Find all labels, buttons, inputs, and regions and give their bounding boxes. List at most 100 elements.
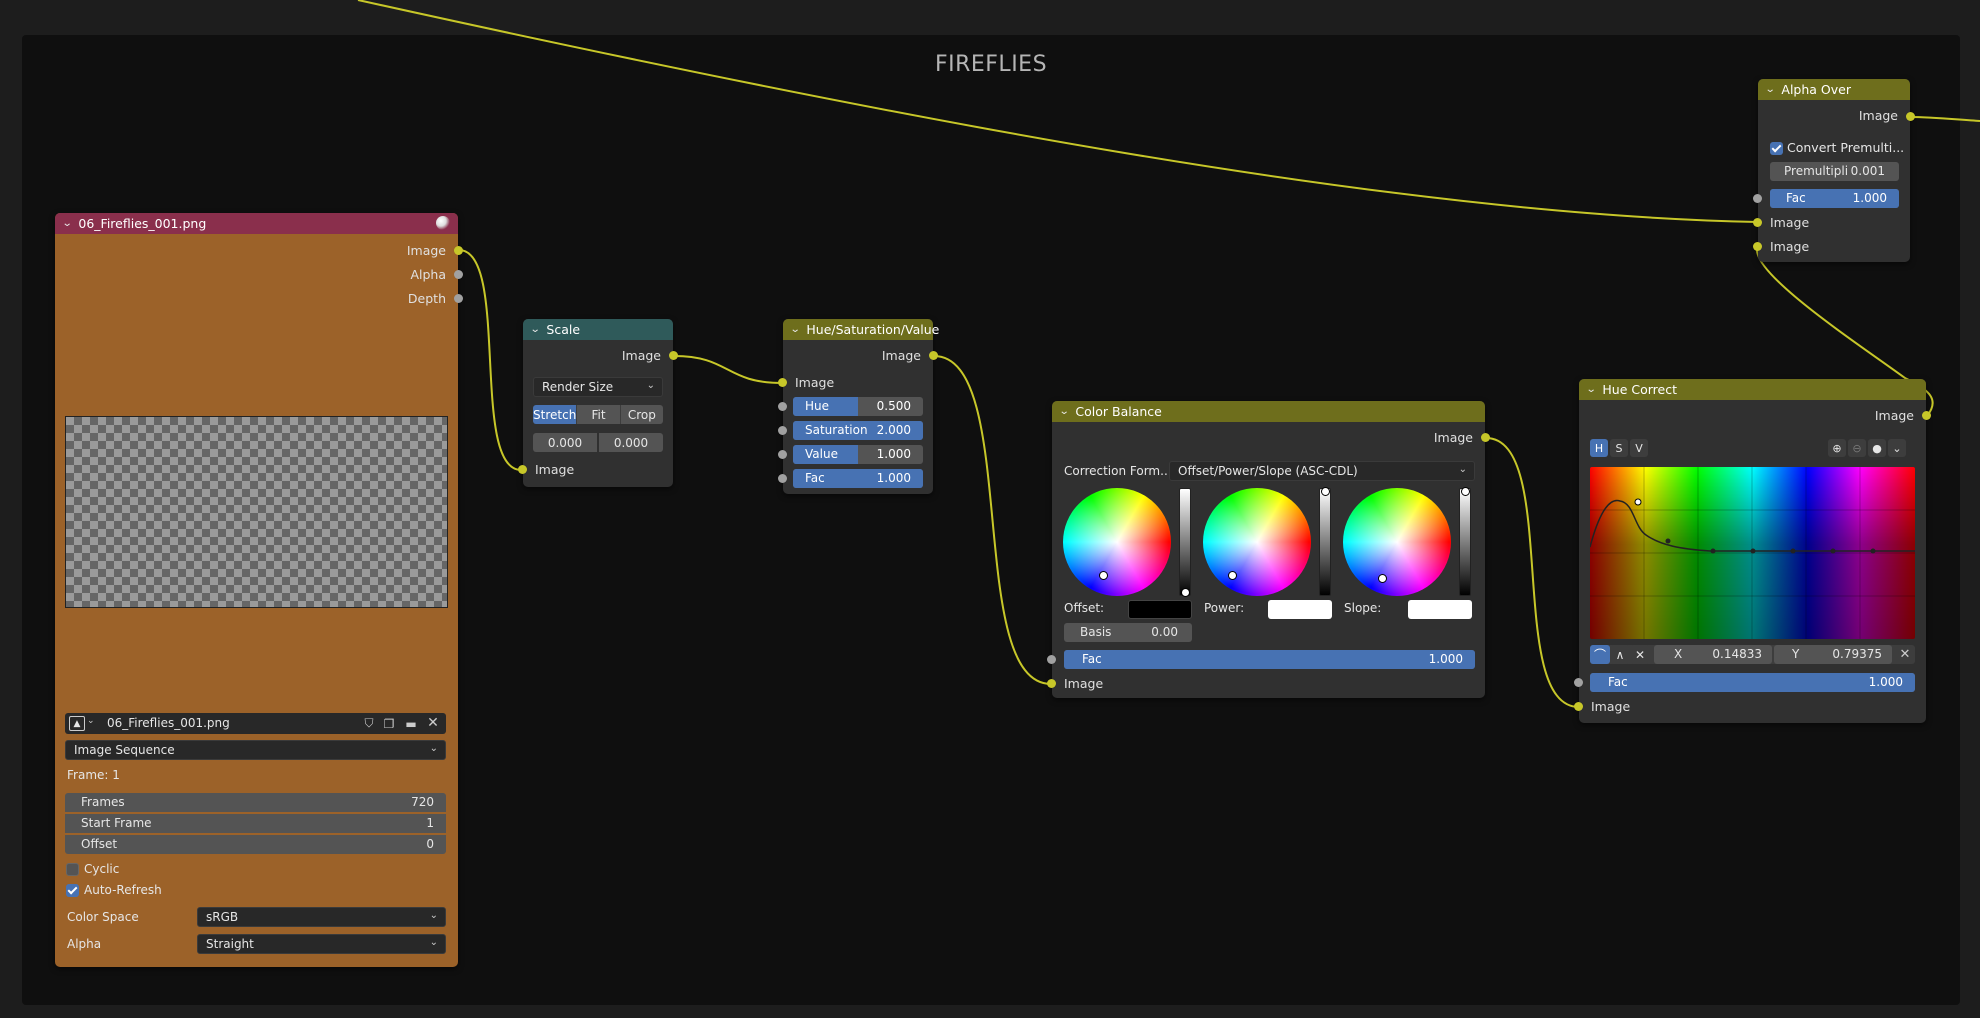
handle-auto-icon[interactable]: ⌒ <box>1590 645 1610 664</box>
alpha-over-node[interactable]: ⌄ Alpha Over Image Convert Premulti... P… <box>1753 79 1915 262</box>
value-socket[interactable] <box>778 450 787 459</box>
fit-crop-button[interactable]: Crop <box>620 405 663 424</box>
power-color-swatch[interactable] <box>1268 600 1332 619</box>
color-space-dropdown[interactable]: sRGB ⌄ <box>197 907 446 927</box>
hsv-input-socket[interactable] <box>778 378 787 387</box>
output-alpha-socket[interactable] <box>454 270 463 279</box>
image-node-header[interactable]: ⌄ 06_Fireflies_001.png <box>55 213 458 234</box>
correction-formula-dropdown[interactable]: Offset/Power/Slope (ASC-CDL) ⌄ <box>1169 461 1475 481</box>
scale-input-socket[interactable] <box>518 465 527 474</box>
hsv-fac-socket[interactable] <box>778 474 787 483</box>
hue-correct-input-socket[interactable] <box>1574 702 1583 711</box>
curve-y-field[interactable]: Y 0.79375 <box>1774 645 1892 664</box>
sphere-preview-icon[interactable] <box>436 216 450 230</box>
hue-correct-header[interactable]: ⌄ Hue Correct <box>1579 379 1926 400</box>
collapse-chevron-icon[interactable]: ⌄ <box>530 324 541 335</box>
color-balance-header[interactable]: ⌄ Color Balance <box>1052 401 1485 422</box>
power-wheel-cursor[interactable] <box>1228 571 1237 580</box>
collapse-chevron-icon[interactable]: ⌄ <box>1059 406 1070 417</box>
auto-refresh-checkbox[interactable] <box>66 884 79 897</box>
scale-output-socket[interactable] <box>669 351 678 360</box>
premul-field[interactable]: Premultipli 0.001 <box>1770 162 1899 181</box>
scale-space-dropdown[interactable]: Render Size ⌄ <box>533 377 663 397</box>
offset-value-bar[interactable] <box>1179 488 1191 596</box>
handle-vector-icon[interactable]: ∧ <box>1610 645 1630 664</box>
hue-curve-editor[interactable] <box>1590 467 1915 639</box>
basis-field[interactable]: Basis 0.00 <box>1064 623 1192 642</box>
collapse-chevron-icon[interactable]: ⌄ <box>62 218 73 229</box>
image-node[interactable]: ⌄ 06_Fireflies_001.png Image Alpha Depth… <box>55 213 463 967</box>
collapse-chevron-icon[interactable]: ⌄ <box>790 324 801 335</box>
hue-correct-node[interactable]: ⌄ Hue Correct Image H S V ⊕ ⊖ ● ⌄ ⌒ ∧ ✕ … <box>1574 379 1931 723</box>
duplicate-icon[interactable]: ❐ <box>381 716 397 731</box>
zoom-in-icon[interactable]: ⊕ <box>1828 439 1846 457</box>
output-depth-socket[interactable] <box>454 294 463 303</box>
color-balance-fac-slider[interactable]: Fac 1.000 <box>1064 650 1475 669</box>
offset-field[interactable]: Offset 0 <box>65 835 446 854</box>
alpha-over-input2-socket[interactable] <box>1753 242 1762 251</box>
collapse-chevron-icon[interactable]: ⌄ <box>1586 384 1597 395</box>
offset-wheel-cursor[interactable] <box>1099 571 1108 580</box>
color-balance-input-socket[interactable] <box>1047 679 1056 688</box>
hue-curve[interactable] <box>1590 467 1915 639</box>
zoom-out-icon[interactable]: ⊖ <box>1848 439 1866 457</box>
hue-socket[interactable] <box>778 402 787 411</box>
unlink-close-icon[interactable]: ✕ <box>425 715 441 731</box>
scale-node[interactable]: ⌄ Scale Image Render Size ⌄ Stretch Fit … <box>518 319 678 487</box>
convert-premul-checkbox[interactable] <box>1770 142 1783 155</box>
fit-fit-button[interactable]: Fit <box>577 405 621 424</box>
channel-h-button[interactable]: H <box>1590 439 1608 457</box>
channel-s-button[interactable]: S <box>1610 439 1628 457</box>
hsv-output-socket[interactable] <box>929 351 938 360</box>
frames-field[interactable]: Frames 720 <box>65 793 446 812</box>
alpha-over-input1-socket[interactable] <box>1753 218 1762 227</box>
hue-correct-fac-slider[interactable]: Fac 1.000 <box>1590 673 1915 692</box>
power-color-wheel[interactable] <box>1203 488 1311 596</box>
start-frame-field[interactable]: Start Frame 1 <box>65 814 446 833</box>
slope-color-wheel[interactable] <box>1343 488 1451 596</box>
cyclic-checkbox[interactable] <box>66 863 79 876</box>
value-slider[interactable]: Value 1.000 <box>793 445 923 464</box>
output-image-socket[interactable] <box>454 246 463 255</box>
curve-menu-chevron-icon[interactable]: ⌄ <box>1888 439 1906 457</box>
color-balance-fac-socket[interactable] <box>1047 655 1056 664</box>
alpha-dropdown[interactable]: Straight ⌄ <box>197 934 446 954</box>
hsv-node-header[interactable]: ⌄ Hue/Saturation/Value <box>783 319 939 340</box>
hue-slider[interactable]: Hue 0.500 <box>793 397 923 416</box>
delete-point-icon[interactable]: ✕ <box>1896 646 1914 663</box>
clipping-icon[interactable]: ● <box>1868 439 1886 457</box>
slope-color-swatch[interactable] <box>1408 600 1472 619</box>
saturation-slider[interactable]: Saturation 2.000 <box>793 421 923 440</box>
offset-color-wheel[interactable] <box>1063 488 1171 596</box>
offset-value-cursor[interactable] <box>1181 588 1190 597</box>
fit-stretch-button[interactable]: Stretch <box>533 405 578 424</box>
alpha-over-output-socket[interactable] <box>1906 112 1915 121</box>
image-browse-arrow-icon[interactable]: ⌄ <box>87 716 95 726</box>
power-value-cursor[interactable] <box>1321 487 1330 496</box>
open-folder-icon[interactable]: ▬ <box>403 716 419 731</box>
scale-offset-y-field[interactable]: 0.000 <box>599 433 663 452</box>
color-balance-output-socket[interactable] <box>1481 433 1490 442</box>
alpha-over-fac-slider[interactable]: Fac 1.000 <box>1770 189 1899 208</box>
handle-free-icon[interactable]: ✕ <box>1630 645 1650 664</box>
slope-value-bar[interactable] <box>1459 488 1471 596</box>
hue-correct-fac-socket[interactable] <box>1574 678 1583 687</box>
slope-value-cursor[interactable] <box>1461 487 1470 496</box>
scale-node-header[interactable]: ⌄ Scale <box>523 319 673 340</box>
alpha-over-fac-socket[interactable] <box>1753 194 1762 203</box>
curve-x-field[interactable]: X 0.14833 <box>1654 645 1772 664</box>
collapse-chevron-icon[interactable]: ⌄ <box>1765 84 1776 95</box>
alpha-over-header[interactable]: ⌄ Alpha Over <box>1758 79 1910 100</box>
power-value-bar[interactable] <box>1319 488 1331 596</box>
color-balance-node[interactable]: ⌄ Color Balance Image Correction Form...… <box>1047 401 1490 698</box>
saturation-socket[interactable] <box>778 426 787 435</box>
hsv-fac-slider[interactable]: Fac 1.000 <box>793 469 923 488</box>
scale-offset-x-field[interactable]: 0.000 <box>533 433 597 452</box>
image-browse-icon[interactable]: ▲ <box>69 716 85 731</box>
hsv-node[interactable]: ⌄ Hue/Saturation/Value Image Image Hue 0… <box>778 319 939 494</box>
fake-user-icon[interactable]: ⛉ <box>361 716 377 731</box>
image-file-name[interactable]: 06_Fireflies_001.png <box>107 716 230 730</box>
offset-color-swatch[interactable] <box>1128 600 1192 619</box>
channel-v-button[interactable]: V <box>1630 439 1648 457</box>
image-source-dropdown[interactable]: Image Sequence ⌄ <box>65 740 446 760</box>
